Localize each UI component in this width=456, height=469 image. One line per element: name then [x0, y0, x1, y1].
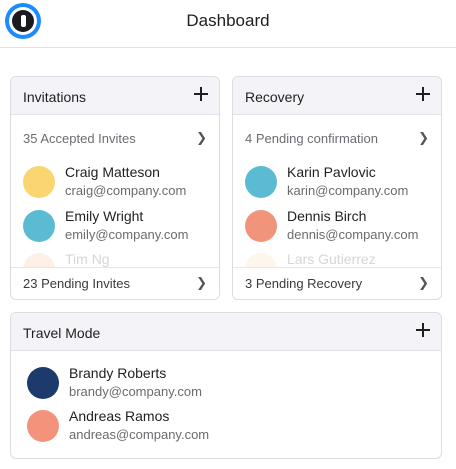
- person-name: Tim Ng: [65, 251, 110, 267]
- avatar: [23, 166, 55, 198]
- list-item-person[interactable]: Andreas Ramos andreas@company.com: [27, 406, 433, 446]
- recovery-title: Recovery: [245, 89, 305, 105]
- accepted-invites-label: 35 Accepted Invites: [23, 131, 136, 146]
- person-name: Andreas Ramos: [69, 408, 170, 424]
- travel-mode-title: Travel Mode: [23, 325, 101, 341]
- list-item-person[interactable]: Brandy Roberts brandy@company.com: [27, 363, 433, 403]
- list-item-person[interactable]: Karin Pavlovic karin@company.com: [245, 162, 433, 202]
- travel-mode-header: Travel Mode: [11, 313, 441, 351]
- avatar: [245, 166, 277, 198]
- avatar: [245, 210, 277, 242]
- person-name: Dennis Birch: [287, 208, 367, 224]
- person-name: Craig Matteson: [65, 164, 160, 180]
- person-email: karin@company.com: [287, 183, 409, 198]
- chevron-right-icon: ❯: [418, 130, 429, 145]
- person-email: craig@company.com: [65, 183, 187, 198]
- person-email: emily@company.com: [65, 227, 189, 242]
- travel-mode-card: Travel Mode Brandy Roberts brandy@compan…: [10, 312, 442, 459]
- person-name: Emily Wright: [65, 208, 144, 224]
- invitations-title: Invitations: [23, 89, 87, 105]
- accepted-invites-row[interactable]: 35 Accepted Invites ❯: [11, 129, 219, 149]
- invitations-header: Invitations: [11, 77, 219, 115]
- pending-recovery-row[interactable]: 3 Pending Recovery ❯: [233, 267, 441, 299]
- pending-invites-row[interactable]: 23 Pending Invites ❯: [11, 267, 219, 299]
- pending-confirmation-row[interactable]: 4 Pending confirmation ❯: [233, 129, 441, 149]
- pending-recovery-label: 3 Pending Recovery: [245, 276, 363, 291]
- pending-confirmation-label: 4 Pending confirmation: [245, 131, 378, 146]
- list-item-person[interactable]: Craig Matteson craig@company.com: [23, 162, 211, 202]
- pending-invites-label: 23 Pending Invites: [23, 276, 130, 291]
- list-item-person[interactable]: Dennis Birch dennis@company.com: [245, 206, 433, 246]
- person-name: Lars Gutierrez: [287, 251, 376, 267]
- chevron-right-icon: ❯: [196, 275, 207, 290]
- person-name: Karin Pavlovic: [287, 164, 376, 180]
- person-email: andreas@company.com: [69, 427, 210, 442]
- list-item-person[interactable]: Emily Wright emily@company.com: [23, 206, 211, 246]
- add-travel-mode-plus-icon[interactable]: [414, 321, 432, 339]
- avatar: [27, 410, 59, 442]
- avatar: [23, 210, 55, 242]
- avatar: [27, 367, 59, 399]
- top-bar: Dashboard: [0, 0, 456, 48]
- page-title: Dashboard: [186, 11, 270, 30]
- add-recovery-plus-icon[interactable]: [414, 85, 432, 103]
- add-invitation-plus-icon[interactable]: [192, 85, 210, 103]
- person-email: brandy@company.com: [69, 384, 202, 399]
- recovery-card: Recovery 4 Pending confirmation ❯ Karin …: [232, 76, 442, 300]
- invitations-card: Invitations 35 Accepted Invites ❯ Craig …: [10, 76, 220, 300]
- chevron-right-icon: ❯: [418, 275, 429, 290]
- chevron-right-icon: ❯: [196, 130, 207, 145]
- person-email: dennis@company.com: [287, 227, 419, 242]
- person-name: Brandy Roberts: [69, 365, 167, 381]
- recovery-header: Recovery: [233, 77, 441, 115]
